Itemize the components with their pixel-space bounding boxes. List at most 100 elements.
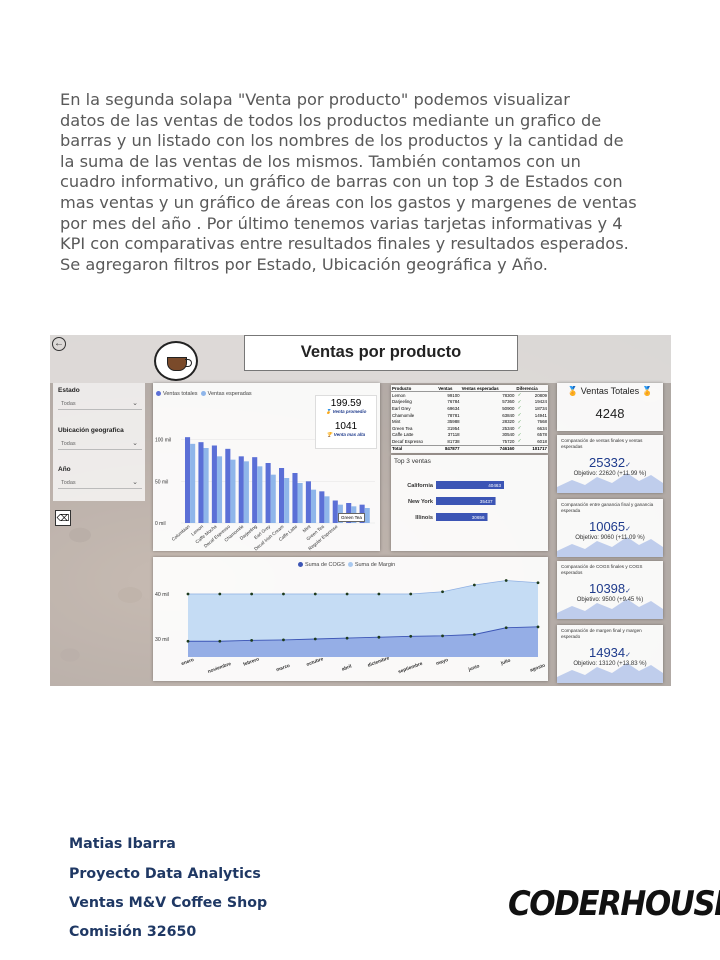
kpi-total-card: 🏅 Ventas Totales 🏅 4248 (557, 383, 663, 431)
bar-ventas-esperadas (324, 496, 330, 523)
back-arrow-icon[interactable]: ← (52, 337, 66, 351)
bar-ventas-esperadas (364, 508, 370, 523)
table-cell: Caffe Latte (392, 432, 414, 438)
point-cogs (377, 635, 381, 639)
table-cell: Total (391, 444, 438, 452)
table-row[interactable]: Mint 35988 28320 ✓ 7668 (391, 418, 548, 425)
dashboard-screenshot: ← Ventas por producto Estado Todas ⌄ Ubic… (50, 335, 671, 686)
x-tick-label: enero (180, 657, 194, 667)
bar-ventas-totales (279, 468, 285, 523)
table-cell: 18734 (534, 405, 547, 411)
bar-ventas-esperadas (270, 474, 276, 523)
table-row[interactable]: Darjeeling 76784 57360 ✓ 19424 (391, 399, 548, 406)
table-cell: 30540 (502, 432, 515, 438)
check-icon: ✓ (625, 526, 632, 533)
kpi-card[interactable]: Comparación entre ganancia final y ganan… (557, 499, 663, 557)
kpi-goal: Objetivo: 22620 (+11.99 %) (573, 471, 647, 477)
table-row[interactable]: Chamomile 78781 63840 ✓ 14941 (391, 412, 548, 419)
check-icon: ✓ (625, 588, 632, 595)
state-value-label: 35437 (480, 499, 493, 504)
table-cell: Earl Grey (392, 405, 411, 411)
check-icon: ✓ (517, 398, 522, 404)
kpi-goal: Objetivo: 9060 (+11.09 %) (575, 535, 645, 541)
table-row[interactable]: Earl Grey 69634 50900 ✓ 18734 (391, 405, 548, 412)
table-row[interactable]: Green Tea 31954 25340 ✓ 6634 (391, 425, 548, 432)
y-tick-label: 40 mil (155, 592, 169, 598)
table-cell: 78300 (502, 392, 515, 398)
table-cell: 81738 (447, 438, 460, 444)
chevron-down-icon: ⌄ (132, 440, 138, 447)
kpi-total-title: 🏅 Ventas Totales 🏅 (567, 386, 653, 396)
filter-anio-select[interactable]: Todas ⌄ (58, 477, 142, 489)
point-margin (250, 592, 254, 596)
table-cell (515, 444, 524, 452)
table-row[interactable]: Decaf Espresso 81738 75720 ✓ 6018 (391, 438, 548, 445)
x-tick-label: mayo (436, 658, 450, 667)
point-margin (218, 592, 222, 596)
kpi-goal: Objetivo: 9500 (+9.45 %) (576, 597, 644, 603)
table-total-row: Total 847877 746160 101717 (391, 444, 548, 452)
table-cell: 20809 (534, 392, 547, 398)
point-margin (409, 592, 413, 596)
intro-paragraph: En la segunda solapa "Venta por producto… (60, 90, 660, 275)
bar-ventas-esperadas (310, 489, 317, 523)
clear-filters-icon[interactable]: ⌫ (55, 510, 71, 526)
filter-estado-select[interactable]: Todas ⌄ (58, 398, 142, 410)
state-label: New York (408, 499, 434, 505)
y-tick-label: 100 mil (155, 438, 171, 444)
filter-ubicacion-select[interactable]: Todas ⌄ (58, 438, 142, 450)
medal-icon: 🏅 (567, 386, 579, 396)
bar-ventas-esperadas (243, 461, 249, 523)
y-tick-label: 30 mil (155, 637, 169, 643)
top3-states-chart: Top 3 ventas California 40463 New York 3543… (391, 455, 548, 551)
kpi-total-value: 4248 (595, 406, 625, 421)
table-cell: 75720 (502, 438, 515, 444)
check-icon: ✓ (625, 652, 632, 659)
table-cell: 19424 (534, 399, 547, 405)
y-tick-label: 50 mil (155, 479, 168, 485)
bar-ventas-totales (252, 457, 258, 523)
kpi-card[interactable]: Comparación de ventas finales y ventas e… (557, 435, 663, 493)
author-name: Matias Ibarra (69, 836, 176, 852)
max-sale-value: 1041 (334, 421, 358, 432)
table-cell: 69634 (447, 405, 460, 411)
intro-text: En la segunda solapa "Venta por producto… (60, 90, 637, 274)
table-cell: 76784 (447, 399, 460, 405)
kpi-card[interactable]: Comparación de margen final y margen esp… (557, 625, 663, 683)
x-tick-label: abril (341, 664, 353, 673)
point-margin (504, 579, 508, 582)
table-row[interactable]: Caffe Latte 37118 30540 ✓ 6578 (391, 432, 548, 439)
x-tick-label: junio (467, 663, 481, 673)
cogs-margin-area-chart: Suma de COGS Suma de Margin 40 mil 30 mil… (153, 557, 548, 681)
point-cogs (250, 638, 254, 642)
table-cell: 31954 (447, 425, 460, 431)
table-cell: 28320 (502, 419, 515, 425)
table-row[interactable]: Lemon 99100 78300 ✓ 20809 (391, 392, 548, 399)
avg-sale-label: 🏅 Venta promedio (325, 409, 367, 414)
bar-ventas-totales (211, 445, 217, 523)
x-tick-label: Mint (302, 523, 312, 533)
table-cell: Mint (392, 419, 401, 425)
filter-label-estado: Estado (58, 387, 80, 394)
bar-ventas-totales (198, 442, 204, 523)
point-margin (472, 583, 476, 587)
medal-icon: 🏅 (325, 409, 332, 414)
x-tick-label: septiembre (397, 661, 423, 676)
kpi-goal: Objetivo: 13120 (+13.83 %) (573, 661, 647, 667)
project-title: Proyecto Data Analytics (69, 866, 261, 882)
kpi-value: 25332✓ (588, 455, 632, 470)
table-cell: 7668 (537, 419, 547, 425)
point-cogs (472, 633, 476, 636)
bar-ventas-totales (305, 481, 311, 523)
table-cell: Lemon (392, 392, 406, 398)
bar-ventas-esperadas (216, 456, 223, 523)
bar-ventas-totales (319, 491, 325, 523)
kpi-value: 10065✓ (588, 519, 632, 534)
state-label: California (407, 483, 434, 489)
point-cogs (186, 639, 190, 643)
kpi-value: 14934✓ (588, 645, 632, 660)
kpi-card[interactable]: Comparación de COGS finales y COGS esper… (557, 561, 663, 619)
table-cell: 25340 (502, 425, 515, 431)
area-chart-svg: 40 mil 30 mil enero noviembre febrero marzo oc… (155, 579, 546, 676)
table-cell: 6578 (537, 432, 547, 438)
